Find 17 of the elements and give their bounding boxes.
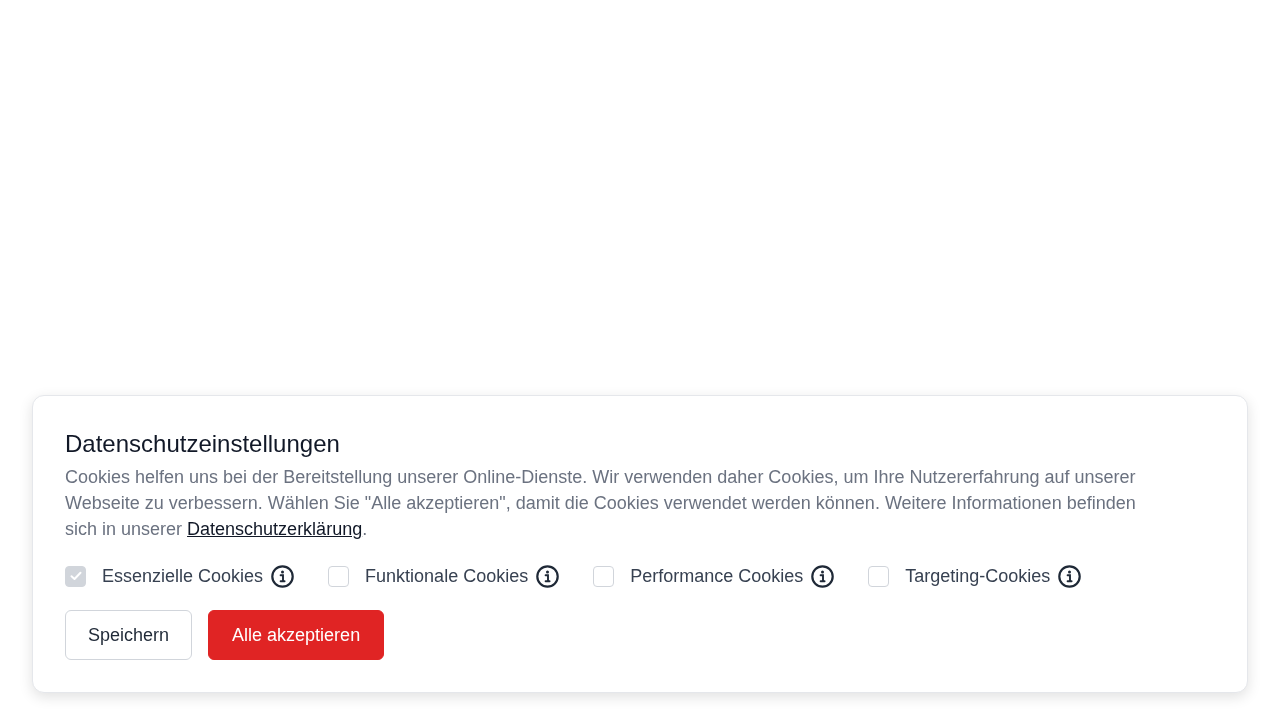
checkbox[interactable]	[593, 565, 615, 587]
save-button[interactable]: Speichern	[65, 610, 193, 660]
banner-description: Cookies helfen uns bei der Bereitstellung unserer Online-Dienste. Wir verwenden daher Cookies, um Ihre Nutzererfahrung auf unserer Webseite zu verbessern. Wählen Sie "Alle akzeptieren", damit die Cookies verwendet werden können. Weitere Informationen befinden sich in unserer Datenschutzerklärung.	[65, 466, 1137, 541]
checkbox-label: Essenzielle Cookies	[102, 565, 264, 588]
checkbox[interactable]	[328, 565, 350, 587]
info-icon[interactable]	[1058, 564, 1082, 588]
info-icon[interactable]	[271, 564, 295, 588]
info-icon[interactable]	[811, 564, 835, 588]
checkbox[interactable]	[868, 565, 890, 587]
banner-title: Datenschutzeinstellungen	[65, 429, 340, 459]
privacy-policy-link[interactable]: Datenschutzerklärung	[187, 519, 363, 539]
info-icon[interactable]	[536, 564, 560, 588]
checkbox-label: Targeting-Cookies	[905, 565, 1051, 588]
accept-all-button[interactable]: Alle akzeptieren	[208, 610, 385, 660]
checkbox-label: Funktionale Cookies	[365, 565, 529, 588]
checkbox-label: Performance Cookies	[630, 565, 804, 588]
checkmark-icon	[69, 571, 82, 581]
